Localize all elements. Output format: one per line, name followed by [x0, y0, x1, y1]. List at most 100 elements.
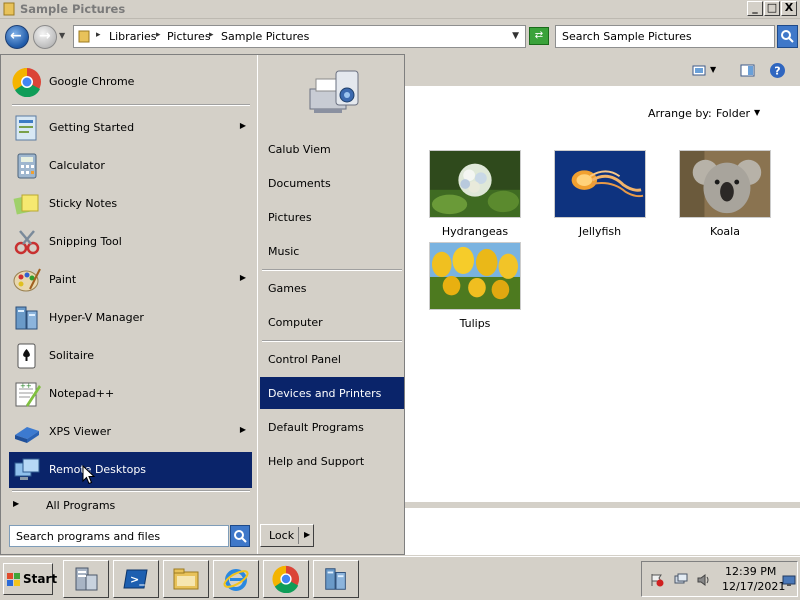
explorer-icon — [173, 568, 199, 590]
solitaire-icon — [17, 343, 36, 369]
divider — [262, 340, 402, 342]
folder-icon — [3, 2, 15, 16]
start-search-input[interactable]: Search programs and files — [9, 525, 229, 547]
arrow-right-icon: → — [39, 28, 51, 44]
start-menu-programs: Google Chrome Getting Started ▶ Calculat… — [4, 58, 254, 520]
search-button[interactable] — [777, 25, 798, 48]
program-remote-desktops[interactable]: Remote Desktops — [9, 452, 252, 488]
show-desktop-icon[interactable] — [782, 575, 796, 587]
program-label: Snipping Tool — [49, 235, 122, 248]
picture-label: Tulips — [459, 317, 491, 330]
arrange-by[interactable]: Arrange by: Folder ▼ — [648, 107, 760, 120]
program-sticky-notes[interactable]: Sticky Notes — [9, 186, 252, 222]
place-label: Pictures — [268, 211, 312, 224]
breadcrumb-separator-icon: ▸ — [209, 30, 214, 40]
back-button[interactable]: ← — [5, 25, 29, 49]
all-programs-label: All Programs — [46, 499, 116, 512]
taskbar-powershell[interactable]: >_ — [113, 560, 159, 598]
search-input[interactable]: Search Sample Pictures — [555, 25, 775, 48]
program-snipping-tool[interactable]: Snipping Tool — [9, 224, 252, 260]
clock-time[interactable]: 12:39 PM — [725, 565, 776, 578]
clock-date[interactable]: 12/17/2021 — [722, 580, 785, 593]
start-label: Start — [23, 572, 58, 586]
help-icon[interactable]: ? — [769, 62, 786, 79]
place-label: Games — [268, 282, 307, 295]
program-hyper-v-manager[interactable]: Hyper-V Manager — [9, 300, 252, 336]
picture-label: Hydrangeas — [441, 225, 509, 238]
picture-label: Koala — [710, 225, 740, 238]
preview-pane-icon[interactable] — [740, 64, 755, 77]
place-user-folder[interactable]: Calub Viem — [260, 133, 404, 165]
refresh-button[interactable]: ⇄ — [529, 27, 549, 45]
maximize-button[interactable]: □ — [764, 1, 780, 16]
notepad-plus-plus-icon: ++ — [15, 382, 41, 407]
program-label: Remote Desktops — [49, 463, 147, 476]
start-button[interactable]: Start — [3, 563, 57, 595]
close-button[interactable]: X — [781, 1, 797, 16]
breadcrumb-pictures[interactable]: Pictures — [167, 30, 211, 43]
picture-item-jellyfish[interactable]: Jellyfish — [554, 150, 646, 238]
program-xps-viewer[interactable]: XPS Viewer ▶ — [9, 414, 252, 450]
program-getting-started[interactable]: Getting Started ▶ — [9, 110, 252, 146]
address-dropdown-icon[interactable]: ▼ — [512, 31, 519, 41]
xps-viewer-icon — [15, 427, 39, 443]
program-google-chrome[interactable]: Google Chrome — [9, 64, 252, 100]
place-pictures[interactable]: Pictures — [260, 201, 404, 233]
shutdown-options-arrow-icon[interactable]: ▶ — [304, 530, 310, 539]
taskbar: Start >_ 12:39 PM 12/17/2021 — [0, 556, 800, 600]
place-label: Help and Support — [268, 455, 365, 468]
program-label: Sticky Notes — [49, 197, 118, 210]
picture-item-koala[interactable]: Koala — [679, 150, 771, 238]
submenu-arrow-icon: ▶ — [239, 425, 246, 434]
place-default-programs[interactable]: Default Programs — [260, 411, 404, 443]
details-pane — [404, 508, 800, 555]
address-row: ← → ▼ ▸ Libraries ▸ Pictures ▸ Sample Pi… — [0, 19, 800, 54]
getting-started-icon — [15, 115, 37, 141]
taskbar-internet-explorer[interactable] — [213, 560, 259, 598]
start-menu-places: Calub Viem Documents Pictures Music Game… — [257, 55, 404, 554]
change-view-icon[interactable] — [692, 64, 707, 77]
search-icon — [781, 30, 794, 43]
picture-item-hydrangeas[interactable]: Hydrangeas — [429, 150, 521, 238]
place-control-panel[interactable]: Control Panel — [260, 343, 404, 375]
place-computer[interactable]: Computer — [260, 306, 404, 338]
forward-button[interactable]: → — [33, 25, 57, 49]
explorer-toolbar: ▼ ? — [404, 54, 800, 86]
devices-printer-icon — [309, 70, 359, 113]
place-label: Computer — [268, 316, 323, 329]
arrange-value[interactable]: Folder — [716, 107, 750, 120]
breadcrumb-libraries[interactable]: Libraries — [109, 30, 157, 43]
breadcrumb-sample-pictures[interactable]: Sample Pictures — [221, 30, 309, 43]
place-devices-and-printers[interactable]: Devices and Printers — [260, 377, 404, 409]
taskbar-chrome[interactable] — [263, 560, 309, 598]
minimize-button[interactable]: _ — [747, 1, 763, 16]
svg-text:>_: >_ — [130, 573, 145, 586]
place-documents[interactable]: Documents — [260, 167, 404, 199]
network-icon[interactable] — [674, 573, 688, 587]
lock-button[interactable]: Lock ▶ — [260, 524, 314, 547]
program-solitaire[interactable]: Solitaire — [9, 338, 252, 374]
svg-text:++: ++ — [20, 382, 32, 390]
place-games[interactable]: Games — [260, 272, 404, 304]
submenu-arrow-icon: ▶ — [239, 273, 246, 282]
place-music[interactable]: Music — [260, 235, 404, 267]
lock-separator — [298, 527, 299, 544]
all-programs-button[interactable]: ▶ All Programs — [4, 490, 254, 518]
picture-item-tulips[interactable]: Tulips — [429, 242, 521, 330]
volume-icon[interactable] — [697, 573, 711, 587]
program-calculator[interactable]: Calculator — [9, 148, 252, 184]
recent-pages-dropdown-icon[interactable]: ▼ — [59, 31, 65, 40]
address-bar[interactable]: ▸ Libraries ▸ Pictures ▸ Sample Pictures… — [73, 25, 526, 48]
program-paint[interactable]: Paint ▶ — [9, 262, 252, 298]
taskbar-server-manager[interactable] — [63, 560, 109, 598]
place-help-and-support[interactable]: Help and Support — [260, 445, 404, 477]
action-center-flag-icon[interactable] — [650, 573, 664, 587]
taskbar-hyper-v[interactable] — [313, 560, 359, 598]
file-view[interactable]: Arrange by: Folder ▼ Hydrangeas Jellyfis… — [404, 86, 800, 502]
taskbar-explorer[interactable] — [163, 560, 209, 598]
program-notepad-plus-plus[interactable]: ++ Notepad++ — [9, 376, 252, 412]
chevron-down-icon[interactable]: ▼ — [754, 108, 760, 117]
start-search-button[interactable] — [230, 525, 250, 547]
view-dropdown-icon[interactable]: ▼ — [710, 65, 716, 74]
system-tray: 12:39 PM 12/17/2021 — [641, 561, 798, 597]
